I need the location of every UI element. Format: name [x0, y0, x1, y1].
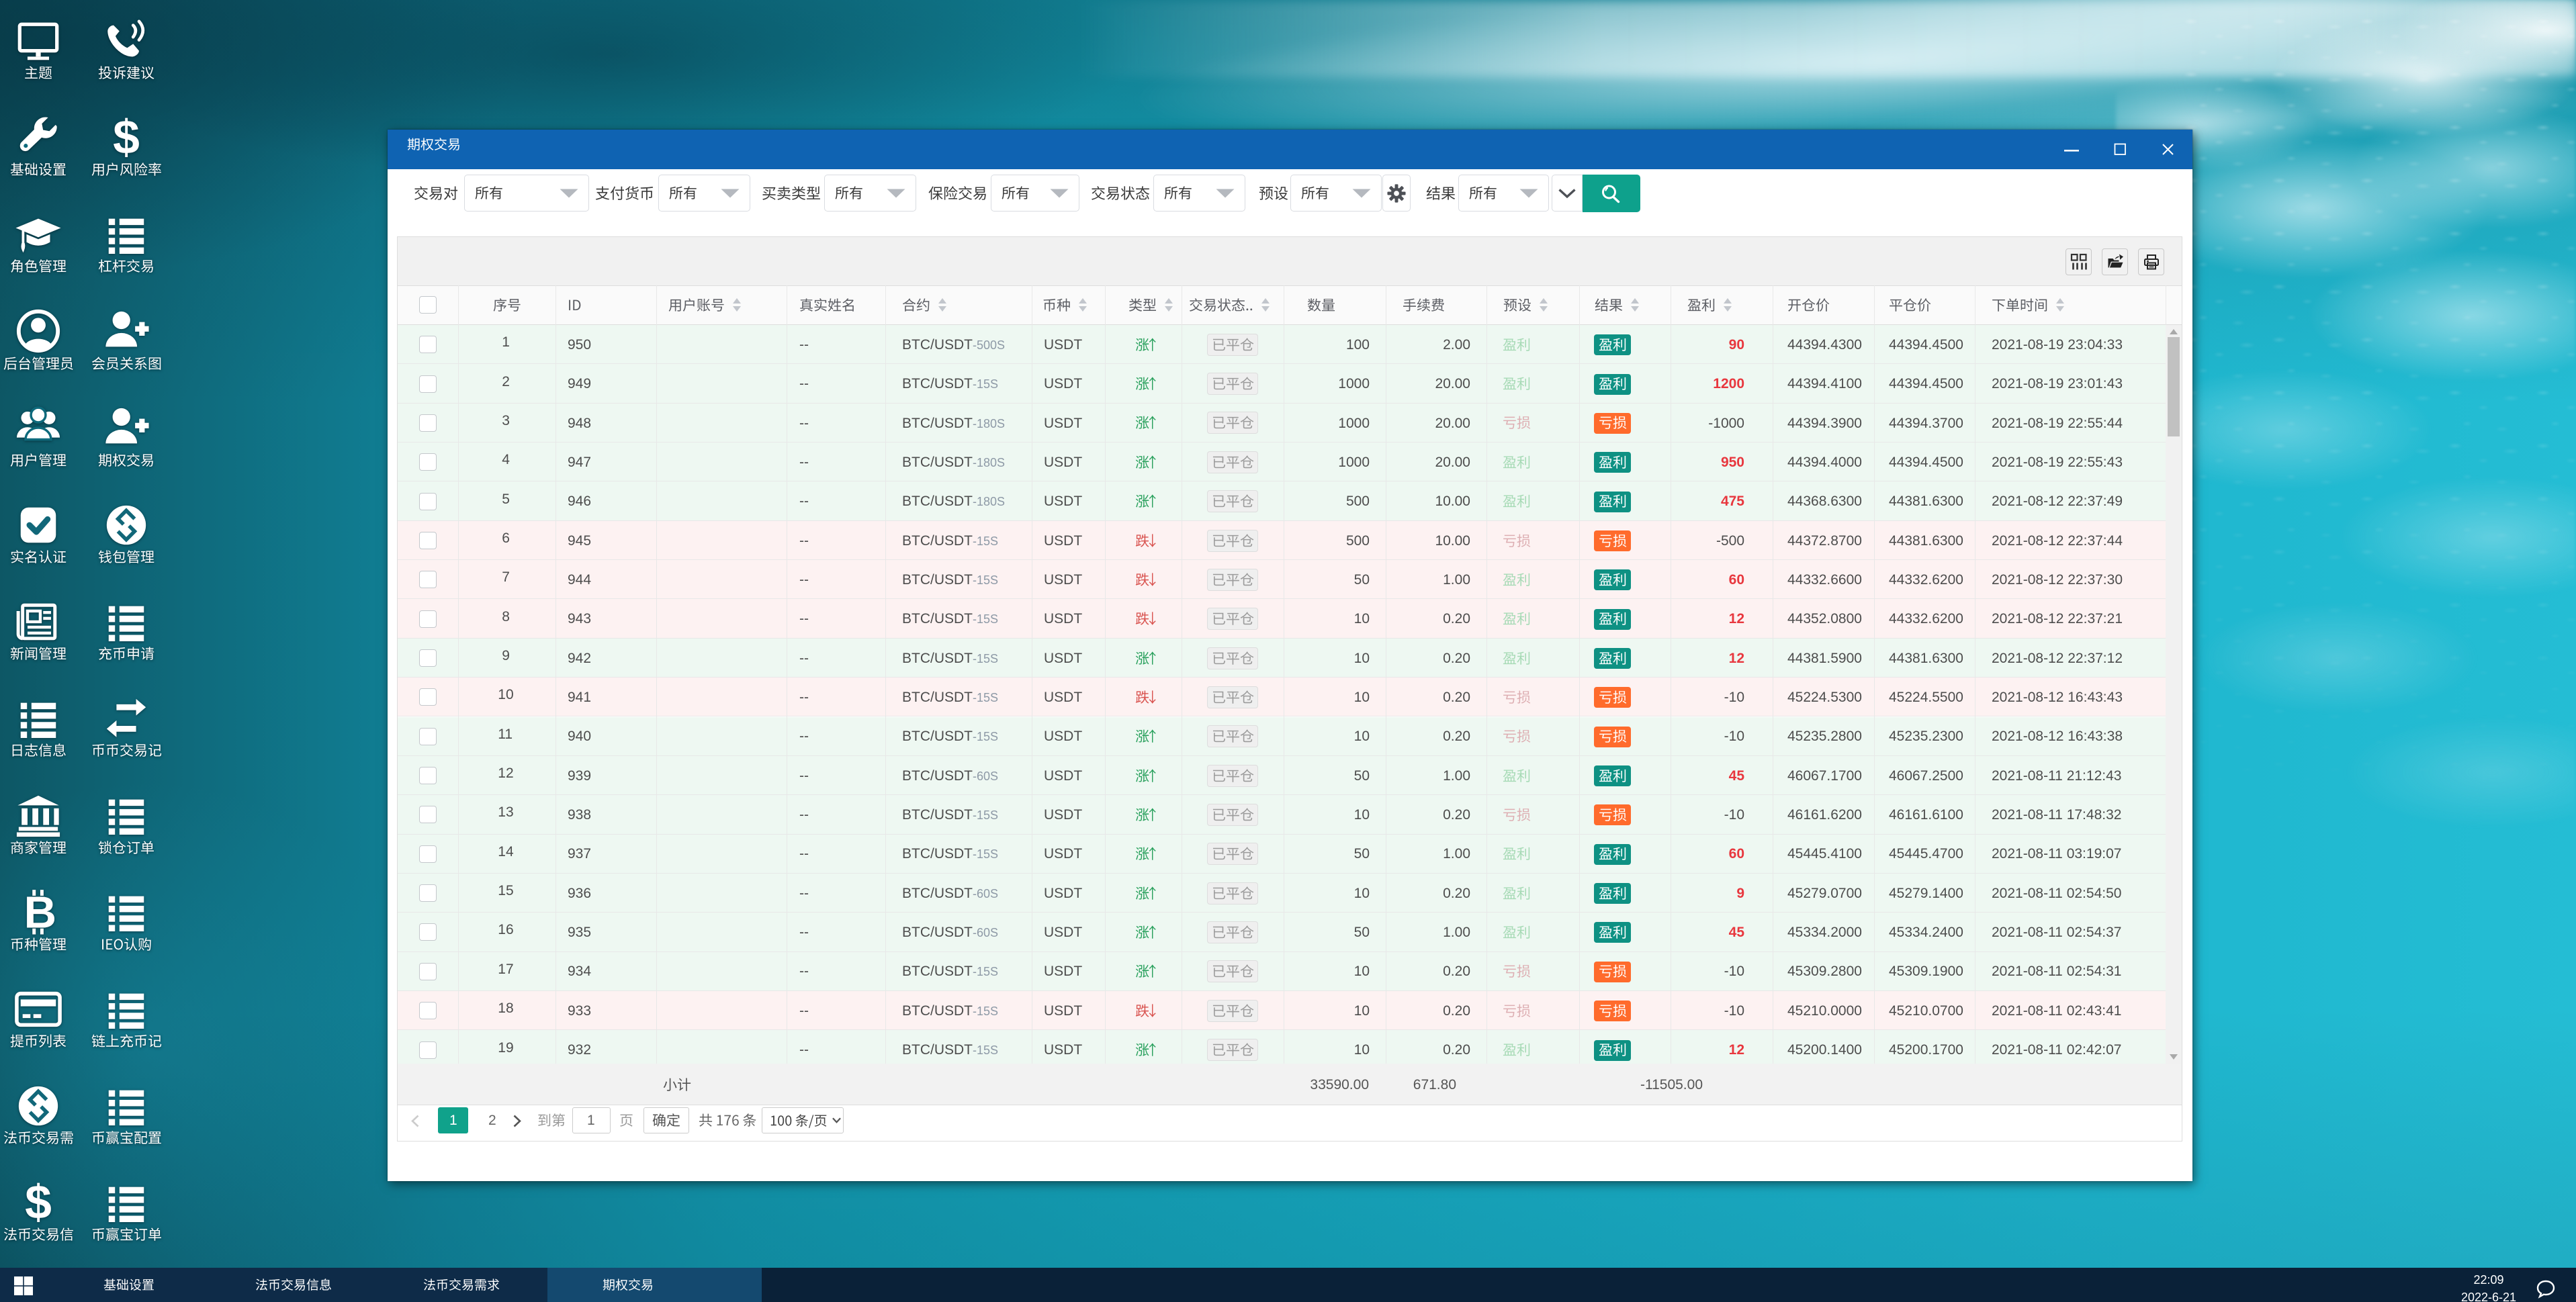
svg-text:B: B [24, 888, 56, 938]
svg-text:$: $ [113, 110, 140, 164]
svg-text:$: $ [25, 1175, 52, 1229]
